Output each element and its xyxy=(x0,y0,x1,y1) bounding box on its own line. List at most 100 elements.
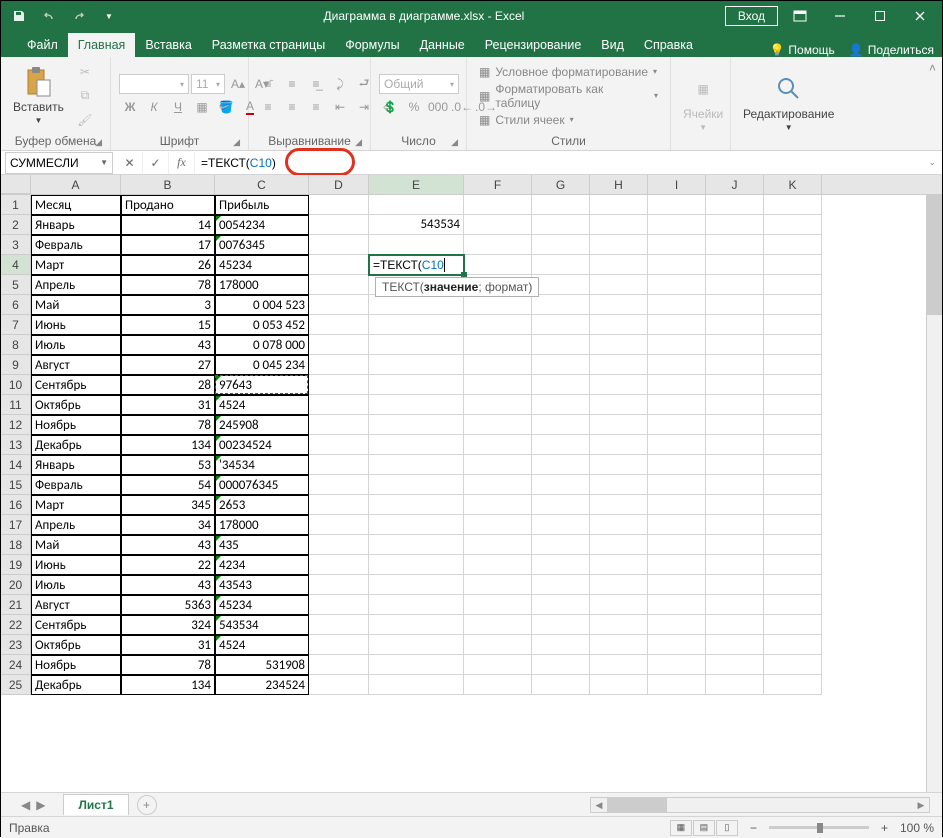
cell[interactable] xyxy=(764,335,822,355)
cell[interactable] xyxy=(532,595,590,615)
cell[interactable] xyxy=(706,435,764,455)
cell[interactable] xyxy=(309,415,369,435)
cell[interactable] xyxy=(532,655,590,675)
cell-styles-button[interactable]: ▦Стили ячеек▾ xyxy=(479,113,658,127)
cell[interactable] xyxy=(764,275,822,295)
tab-data[interactable]: Данные xyxy=(410,33,475,57)
cell[interactable]: 43 xyxy=(121,535,215,555)
signin-button[interactable]: Вход xyxy=(725,6,778,26)
zoom-in-icon[interactable]: + xyxy=(881,821,888,835)
expand-formula-bar-icon[interactable]: ⌄ xyxy=(922,157,942,168)
redo-icon[interactable] xyxy=(65,4,93,28)
cell[interactable]: Декабрь xyxy=(31,435,121,455)
col-header[interactable]: J xyxy=(706,175,764,194)
page-break-view-icon[interactable]: ▯ xyxy=(716,820,738,836)
cell[interactable]: 531908 xyxy=(215,655,309,675)
cell[interactable] xyxy=(369,315,464,335)
tab-review[interactable]: Рецензирование xyxy=(475,33,592,57)
cell[interactable] xyxy=(309,535,369,555)
cell[interactable] xyxy=(464,195,532,215)
row-header[interactable]: 9 xyxy=(1,355,31,375)
cell[interactable]: Март xyxy=(31,255,121,275)
qat-customize-icon[interactable]: ▼ xyxy=(95,4,123,28)
cell[interactable] xyxy=(706,675,764,695)
row-header[interactable]: 2 xyxy=(1,215,31,235)
cell[interactable]: 000076345 xyxy=(215,475,309,495)
cell[interactable] xyxy=(706,635,764,655)
cell[interactable] xyxy=(464,435,532,455)
paste-button[interactable]: Вставить ▼ xyxy=(7,64,70,127)
cell[interactable] xyxy=(532,275,590,295)
cell[interactable]: Декабрь xyxy=(31,675,121,695)
editing-button[interactable]: Редактирование ▼ xyxy=(737,71,840,134)
col-header[interactable]: G xyxy=(532,175,590,194)
formula-input[interactable]: =ТЕКСТ(C10) xyxy=(195,156,922,170)
cell[interactable] xyxy=(532,295,590,315)
align-right-icon[interactable]: ≡ xyxy=(305,97,327,117)
cell[interactable] xyxy=(648,415,706,435)
ribbon-options-icon[interactable] xyxy=(782,2,818,30)
cell[interactable]: 543534 xyxy=(215,615,309,635)
cell[interactable] xyxy=(590,555,648,575)
row-header[interactable]: 25 xyxy=(1,675,31,695)
row-header[interactable]: 15 xyxy=(1,475,31,495)
cell[interactable] xyxy=(706,275,764,295)
cell[interactable] xyxy=(706,235,764,255)
cell[interactable] xyxy=(590,575,648,595)
cell[interactable] xyxy=(590,395,648,415)
cell[interactable] xyxy=(369,435,464,455)
cell[interactable]: Апрель xyxy=(31,515,121,535)
cell[interactable]: Февраль xyxy=(31,475,121,495)
cell[interactable] xyxy=(648,515,706,535)
font-size-combo[interactable]: 11▾ xyxy=(191,74,225,94)
cell[interactable] xyxy=(532,535,590,555)
sheet-tab[interactable]: Лист1 xyxy=(63,794,128,815)
cell[interactable] xyxy=(648,235,706,255)
col-header[interactable]: C xyxy=(215,175,309,194)
cell[interactable] xyxy=(309,315,369,335)
cell[interactable] xyxy=(648,555,706,575)
indent-decrease-icon[interactable]: ⇤ xyxy=(329,97,351,117)
cell[interactable] xyxy=(706,355,764,375)
cell[interactable] xyxy=(648,435,706,455)
cell[interactable] xyxy=(464,415,532,435)
cell[interactable] xyxy=(532,235,590,255)
row-header[interactable]: 6 xyxy=(1,295,31,315)
align-middle-icon[interactable]: ≡ xyxy=(281,74,303,94)
cell[interactable] xyxy=(764,515,822,535)
sheet-next-icon[interactable]: ▶ xyxy=(36,798,45,812)
cell[interactable] xyxy=(369,555,464,575)
cell[interactable]: '34534 xyxy=(215,455,309,475)
comma-icon[interactable]: 000 xyxy=(427,97,449,117)
add-sheet-icon[interactable]: + xyxy=(137,795,157,815)
cell[interactable]: Июнь xyxy=(31,555,121,575)
cell[interactable] xyxy=(532,195,590,215)
copy-icon[interactable]: ⧉ xyxy=(74,85,96,107)
row-header[interactable]: 16 xyxy=(1,495,31,515)
cells-button[interactable]: ▦ Ячейки ▼ xyxy=(677,71,729,134)
cell[interactable]: 27 xyxy=(121,355,215,375)
cell[interactable] xyxy=(764,635,822,655)
cell[interactable] xyxy=(369,675,464,695)
cell[interactable]: 4234 xyxy=(215,555,309,575)
cell[interactable] xyxy=(648,615,706,635)
cell[interactable] xyxy=(532,675,590,695)
cell[interactable] xyxy=(706,395,764,415)
row-header[interactable]: 19 xyxy=(1,555,31,575)
cell[interactable]: Апрель xyxy=(31,275,121,295)
cell[interactable] xyxy=(309,475,369,495)
row-header[interactable]: 20 xyxy=(1,575,31,595)
cell[interactable] xyxy=(532,315,590,335)
dialog-launcher-icon[interactable]: ◢ xyxy=(95,137,102,148)
cell[interactable] xyxy=(648,295,706,315)
cell[interactable]: 4524 xyxy=(215,635,309,655)
cell[interactable] xyxy=(532,455,590,475)
cell[interactable] xyxy=(590,515,648,535)
cut-icon[interactable]: ✂ xyxy=(74,61,96,83)
cell[interactable] xyxy=(590,215,648,235)
cell[interactable] xyxy=(464,575,532,595)
cell[interactable] xyxy=(648,495,706,515)
tab-formulas[interactable]: Формулы xyxy=(335,33,409,57)
cell[interactable]: Январь xyxy=(31,215,121,235)
cell[interactable]: 234524 xyxy=(215,675,309,695)
